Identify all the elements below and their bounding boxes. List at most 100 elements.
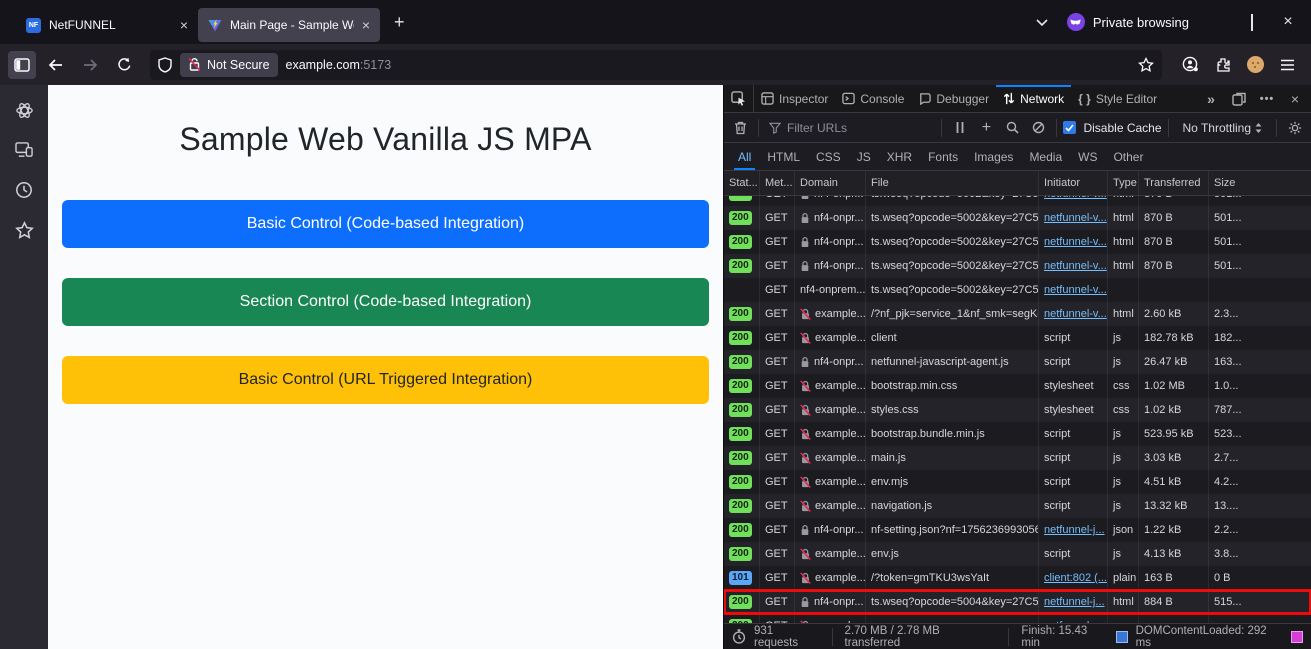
browser-tab-sample-web[interactable]: Main Page - Sample Web × [198,8,380,42]
table-row[interactable]: GETnf4-onprem...ts.wseq?opcode=5002&key=… [724,278,1311,302]
element-picker-icon[interactable] [724,85,754,112]
meatball-menu-icon[interactable]: ••• [1255,87,1279,111]
initiator-link[interactable]: netfunnel-v... [1044,284,1107,296]
forward-icon[interactable] [76,51,104,79]
table-row[interactable]: 200GETexample....bootstrap.min.cssstyles… [724,374,1311,398]
initiator-link[interactable]: netfunnel-v... [1044,308,1107,320]
insecure-icon [800,452,811,464]
table-row[interactable]: 200GETexample....main.jsscriptjs3.03 kB2… [724,446,1311,470]
account-icon[interactable] [1182,56,1199,73]
table-row[interactable]: 200GETexample....env.mjsscriptjs4.51 kB4… [724,470,1311,494]
column-header-initiator[interactable]: Initiator [1039,171,1108,195]
back-icon[interactable] [42,51,70,79]
domain-cell: nf4-onpr... [795,196,866,206]
disable-cache-checkbox[interactable] [1063,121,1076,134]
table-row[interactable]: 200GETexample....bootstrap.bundle.min.js… [724,422,1311,446]
security-chip[interactable]: Not Secure [180,53,278,77]
trash-icon[interactable] [728,116,752,140]
tab-close-icon[interactable]: × [180,18,188,32]
avatar-icon[interactable] [1247,56,1264,73]
table-row[interactable]: 200GETnf4-onpr...ts.wseq?opcode=5002&key… [724,206,1311,230]
initiator-link[interactable]: netfunnel-v... [1044,196,1107,200]
close-button[interactable]: × [1279,13,1297,31]
table-row[interactable]: 200GETnf4-onpr...ts.wseq?opcode=5004&key… [724,590,1311,614]
initiator-link[interactable]: client:802 (... [1044,572,1107,584]
assistant-icon[interactable] [13,99,35,121]
gear-icon[interactable] [1283,116,1307,140]
block-icon[interactable] [1026,116,1050,140]
filter-css[interactable]: CSS [808,143,849,170]
search-icon[interactable] [1000,116,1024,140]
page-button-1[interactable]: Section Control (Code-based Integration) [62,278,709,326]
table-row[interactable]: 200GETexample..../?nf_pjk=service_1&nf_s… [724,302,1311,326]
column-header-type[interactable]: Type [1108,171,1139,195]
transferred-total[interactable]: 2.70 MB / 2.78 MB transferred [845,625,997,649]
add-icon[interactable]: + [974,116,998,140]
menu-icon[interactable] [1280,59,1295,71]
column-header-transferred[interactable]: Transferred [1139,171,1209,195]
shield-icon[interactable] [158,57,172,73]
synced-tabs-icon[interactable] [13,139,35,161]
bookmark-star-icon[interactable] [1138,57,1154,73]
devtools-tab-inspector[interactable]: Inspector [754,85,835,112]
list-all-tabs-chevron-icon[interactable] [1035,18,1049,27]
initiator-link[interactable]: netfunnel-v... [1044,212,1107,224]
filter-fonts[interactable]: Fonts [920,143,966,170]
table-row[interactable]: 200GETexample....netfunnel-v... [724,614,1311,623]
column-header-domain[interactable]: Domain [795,171,866,195]
maximize-button[interactable] [1243,15,1261,30]
new-tab-button[interactable]: + [394,12,405,33]
filter-html[interactable]: HTML [759,143,808,170]
table-row[interactable]: 200GETexample....env.jsscriptjs4.13 kB3.… [724,542,1311,566]
stopwatch-icon[interactable] [732,629,746,644]
table-row[interactable]: 200GETnf4-onpr...netfunnel-javascript-ag… [724,350,1311,374]
filter-urls-input[interactable]: Filter URLs [765,121,935,135]
devtools-tab-style-editor[interactable]: { }Style Editor [1071,85,1164,112]
pause-icon[interactable] [948,116,972,140]
filter-xhr[interactable]: XHR [879,143,920,170]
initiator-cell: netfunnel-v... [1039,206,1108,230]
table-row[interactable]: 200GETnf4-onpr...ts.wseq?opcode=5002&key… [724,230,1311,254]
close-icon[interactable]: × [1283,87,1307,111]
table-row[interactable]: 200GETexample....navigation.jsscriptjs13… [724,494,1311,518]
column-header-status[interactable]: Stat... [724,171,760,195]
filter-other[interactable]: Other [1105,143,1151,170]
table-row[interactable]: 200GETnf4-onpr...nf-setting.json?nf=1756… [724,518,1311,542]
table-row[interactable]: 200GETexample....clientscriptjs182.78 kB… [724,326,1311,350]
page-button-2[interactable]: Basic Control (URL Triggered Integration… [62,356,709,404]
initiator-link[interactable]: netfunnel-v... [1044,236,1107,248]
filter-media[interactable]: Media [1021,143,1070,170]
page-button-0[interactable]: Basic Control (Code-based Integration) [62,200,709,248]
filter-js[interactable]: JS [849,143,879,170]
sidebar-toggle-icon[interactable] [8,51,36,79]
throttling-select[interactable]: No Throttling [1175,121,1270,135]
tab-close-icon[interactable]: × [362,18,370,32]
initiator-link[interactable]: netfunnel-j... [1044,524,1105,536]
table-row[interactable]: 101GETexample..../?token=gmTKU3wsYaItcli… [724,566,1311,590]
browser-tab-netfunnel[interactable]: NF NetFUNNEL × [16,8,198,42]
url-bar[interactable]: Not Secure example.com:5173 [150,50,1162,80]
table-row[interactable]: 200GETexample....styles.cssstylesheetcss… [724,398,1311,422]
initiator-link[interactable]: netfunnel-v... [1044,260,1107,272]
bookmarks-icon[interactable] [13,219,35,241]
initiator-link[interactable]: netfunnel-j... [1044,596,1105,608]
filter-all[interactable]: All [730,143,759,170]
table-row[interactable]: 200GETnf4-onpr...ts.wseq?opcode=5002&key… [724,196,1311,206]
more-tools-chevrons-icon[interactable]: » [1199,87,1223,111]
history-icon[interactable] [13,179,35,201]
column-header-size[interactable]: Size [1209,171,1311,195]
reload-icon[interactable] [110,51,138,79]
request-count[interactable]: 931 requests [754,625,820,649]
column-header-method[interactable]: Met... [760,171,795,195]
responsive-design-icon[interactable] [1227,87,1251,111]
filter-ws[interactable]: WS [1070,143,1105,170]
table-row[interactable]: 200GETnf4-onpr...ts.wseq?opcode=5002&key… [724,254,1311,278]
filter-images[interactable]: Images [966,143,1021,170]
devtools-tab-network[interactable]: Network [996,85,1071,112]
url-text: example.com:5173 [286,58,392,72]
debugger-icon [918,92,931,105]
column-header-file[interactable]: File [866,171,1039,195]
devtools-tab-debugger[interactable]: Debugger [911,85,996,112]
extensions-puzzle-icon[interactable] [1215,57,1231,73]
devtools-tab-console[interactable]: Console [835,85,911,112]
